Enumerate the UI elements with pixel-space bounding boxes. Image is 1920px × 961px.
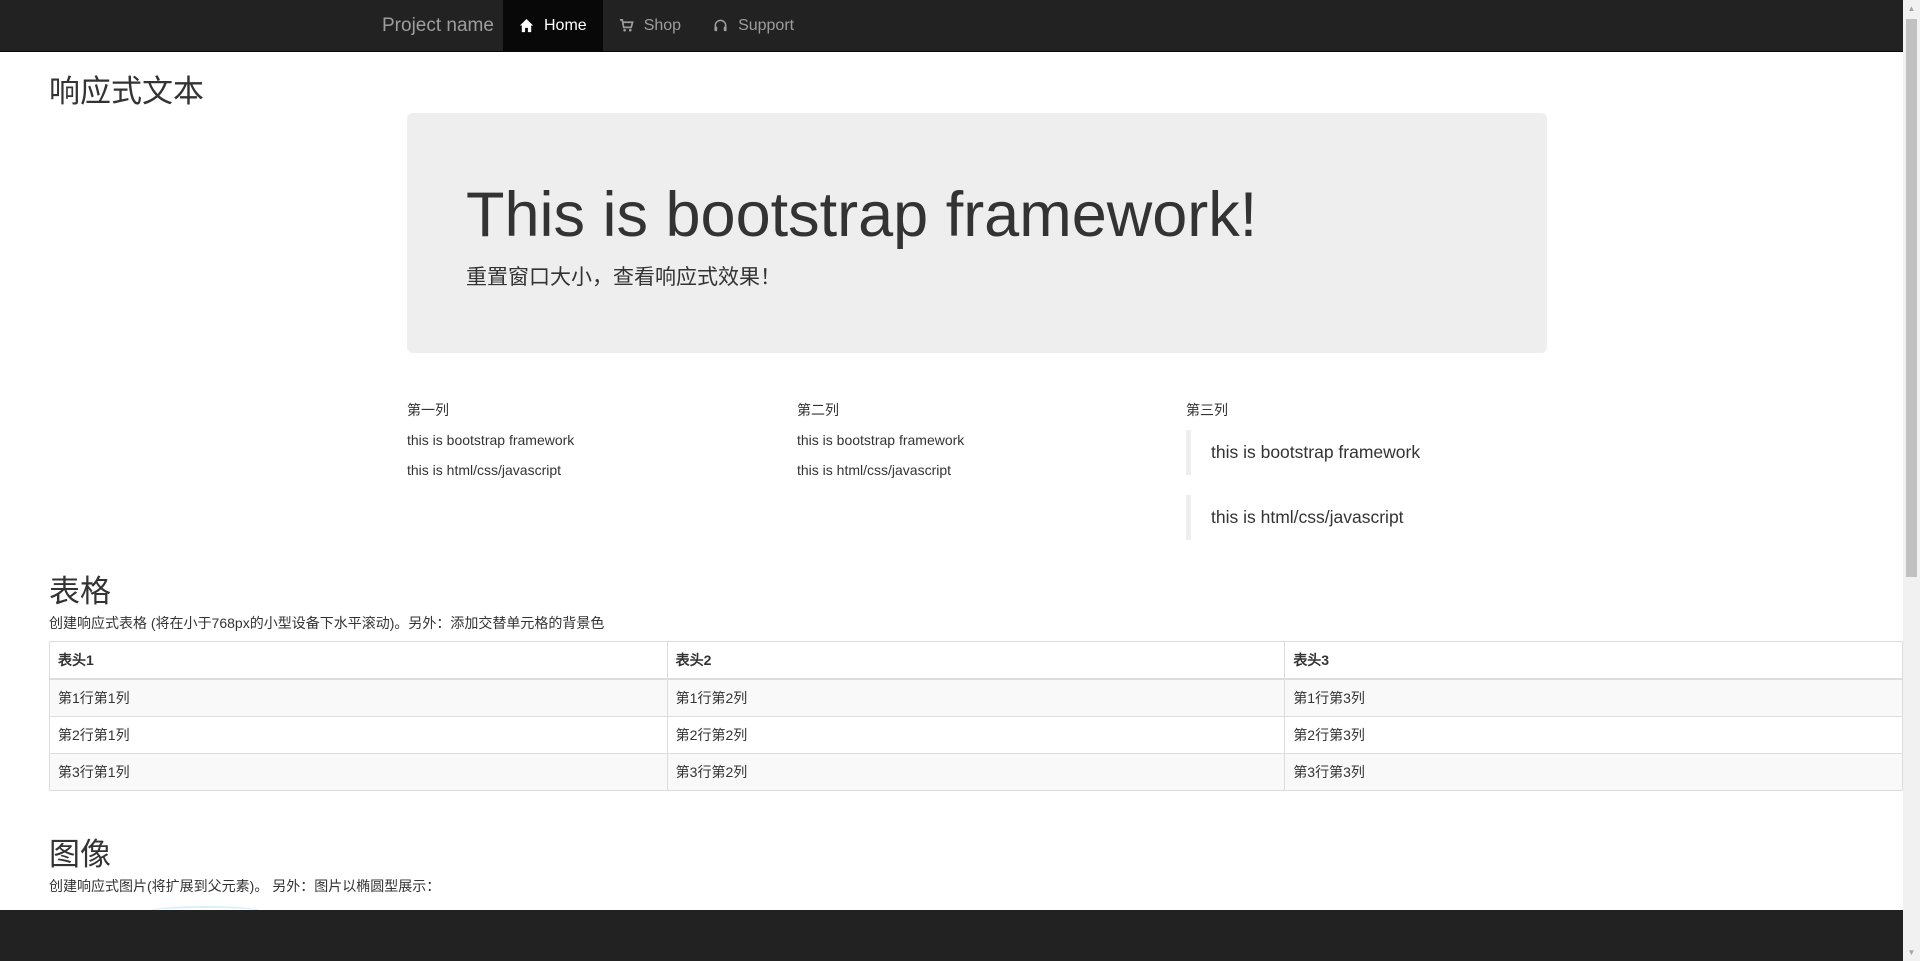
nav-item-shop[interactable]: Shop [603,0,697,51]
table-cell: 第3行第1列 [49,753,668,791]
home-icon [519,18,534,33]
navbar-nav: Home Shop Support [503,0,810,51]
column-title: 第三列 [1186,402,1228,418]
column-line: this is html/css/javascript [797,462,952,478]
blockquote: this is bootstrap framework [1186,430,1546,475]
striped-table: 表头1 表头2 表头3 第1行第1列 第1行第2列 第1行第3列 第2行第1列 … [49,641,1903,791]
jumbotron-title: This is bootstrap framework! [466,180,1258,250]
page-title: 响应式文本 [49,74,204,109]
column-title: 第一列 [407,402,449,418]
bottom-navbar [0,910,1903,961]
vertical-scrollbar[interactable]: ▲ ▼ [1903,0,1920,961]
table-cell: 第1行第3列 [1284,678,1903,717]
table-cell: 第3行第2列 [666,753,1286,791]
table-cell: 第2行第1列 [49,716,668,754]
table-section-description: 创建响应式表格 (将在小于768px的小型设备下水平滚动)。另外：添加交替单元格… [49,615,605,631]
nav-item-label: Home [544,17,587,34]
column-line: this is bootstrap framework [797,432,965,448]
column-line: this is bootstrap framework [407,432,575,448]
nav-item-support[interactable]: Support [697,0,810,51]
navbar-brand[interactable]: Project name [382,0,494,51]
nav-item-label: Shop [643,17,682,34]
table-cell: 第1行第2列 [666,678,1286,717]
column-2: 第二列 this is bootstrap framework this is … [797,390,1157,480]
table-header-cell: 表头2 [666,641,1286,680]
nav-item-home[interactable]: Home [503,0,603,51]
table-header-cell: 表头3 [1284,641,1903,680]
headphones-icon [713,18,728,33]
table-row: 第3行第1列 第3行第2列 第3行第3列 [49,753,1903,791]
scrollbar-thumb[interactable] [1906,19,1917,577]
table-cell: 第2行第2列 [666,716,1286,754]
table-cell: 第3行第3列 [1284,753,1903,791]
table-row: 第2行第1列 第2行第2列 第2行第3列 [49,716,1903,754]
shopping-cart-icon [619,18,634,33]
top-navbar: Project name Home Shop Support [0,0,1903,52]
table-header-row: 表头1 表头2 表头3 [49,641,1903,680]
table-cell: 第1行第1列 [49,678,668,717]
column-1: 第一列 this is bootstrap framework this is … [407,390,767,480]
table-row: 第1行第1列 第1行第2列 第1行第3列 [49,678,1903,717]
blockquote: this is html/css/javascript [1186,495,1546,540]
image-section-description: 创建响应式图片(将扩展到父元素)。 另外：图片以椭圆型展示： [49,878,441,894]
scroll-down-arrow-icon[interactable]: ▼ [1903,944,1920,961]
jumbotron: This is bootstrap framework! 重置窗口大小，查看响应… [407,113,1547,353]
column-line: this is html/css/javascript [407,462,562,478]
jumbotron-subtitle: 重置窗口大小，查看响应式效果！ [466,266,781,289]
image-section-heading: 图像 [49,837,111,872]
table-cell: 第2行第3列 [1284,716,1903,754]
table-header-cell: 表头1 [49,641,668,680]
column-title: 第二列 [797,402,839,418]
column-3: 第三列 this is bootstrap framework this is … [1186,390,1546,540]
table-section-heading: 表格 [49,574,111,609]
nav-item-label: Support [738,17,795,34]
scroll-up-arrow-icon[interactable]: ▲ [1903,0,1920,17]
